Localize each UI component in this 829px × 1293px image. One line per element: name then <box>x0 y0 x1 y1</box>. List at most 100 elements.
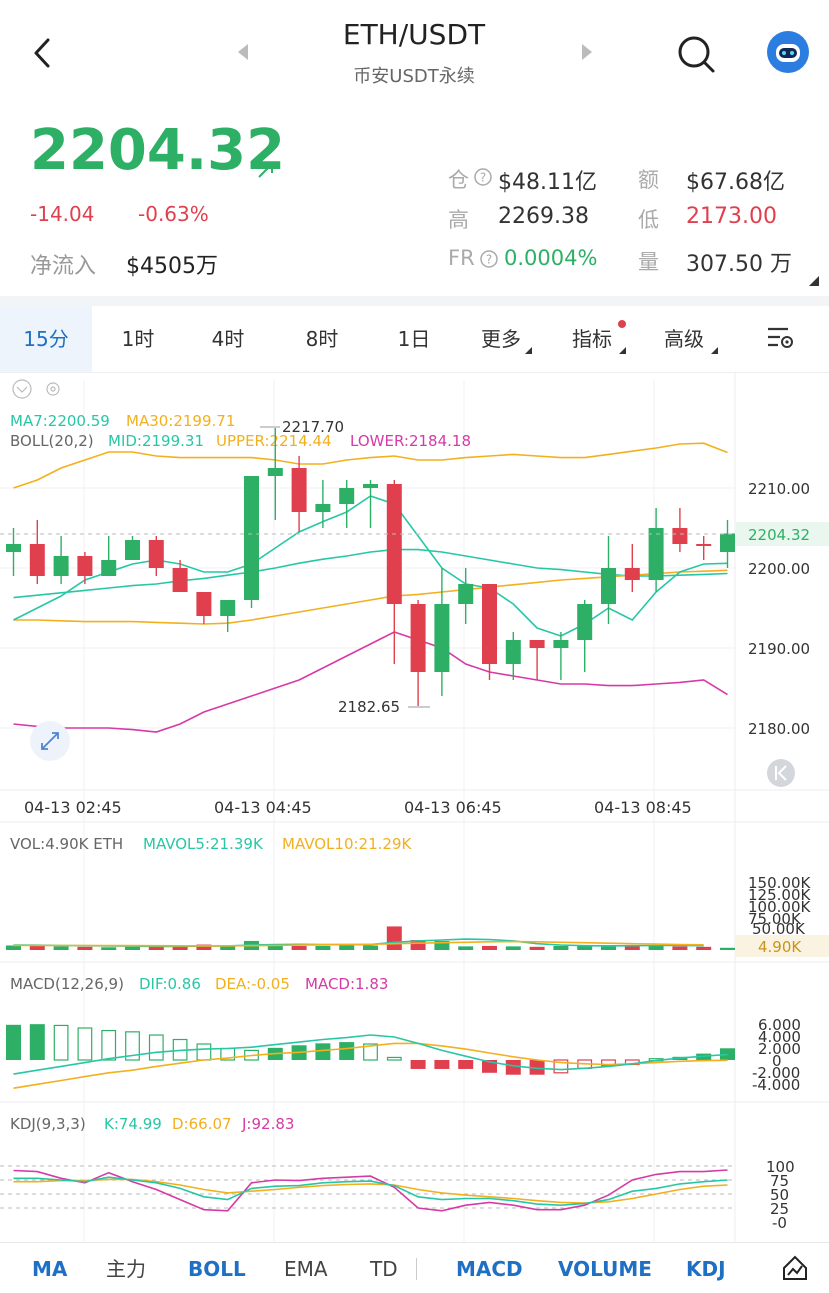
volume-bar <box>363 945 378 950</box>
fullscreen-button[interactable] <box>30 721 70 761</box>
y-tick: 2200.00 <box>748 560 810 578</box>
kdj-k-line <box>13 1176 728 1207</box>
candle-body <box>291 468 307 512</box>
kline-chart[interactable]: MA7:2200.59 MA30:2199.71 BOLL(20,2) MID:… <box>0 372 829 1242</box>
volume-bar <box>696 946 712 950</box>
x-tick: 04-13 02:45 <box>24 798 122 817</box>
indicator-kdj[interactable]: KDJ <box>686 1255 726 1283</box>
volume-bar <box>29 945 45 950</box>
chevron-left-icon <box>34 38 50 68</box>
robot-avatar-icon <box>767 31 809 73</box>
oi-label: 仓 <box>448 168 469 192</box>
vol-label: 量 <box>638 250 659 274</box>
indicator-macd[interactable]: MACD <box>456 1255 523 1283</box>
scroll-latest-button[interactable] <box>767 759 795 787</box>
kdj-d-line <box>13 1178 728 1204</box>
candle-body <box>244 476 259 600</box>
candle-body <box>172 568 188 592</box>
indicator-td[interactable]: TD <box>370 1255 398 1283</box>
price-change-pct: -0.63% <box>138 202 209 226</box>
macd-histogram <box>6 1024 735 1089</box>
candle-body <box>363 484 378 488</box>
volume-bar <box>386 926 402 950</box>
candle-body <box>53 556 69 576</box>
volume-bar <box>482 945 497 950</box>
fr-info-icon[interactable]: ? <box>480 250 498 272</box>
candle-body <box>434 604 450 672</box>
y-tick: 2190.00 <box>748 640 810 658</box>
candle-body <box>6 544 21 552</box>
candle-body <box>696 544 712 546</box>
kdj-lines <box>0 1165 735 1212</box>
boll-mid-label: MID:2199.31 <box>108 432 204 450</box>
dea-label: DEA:-0.05 <box>215 975 290 993</box>
amount-label: 额 <box>638 168 659 192</box>
volume-bar <box>291 945 307 950</box>
expand-stats-icon[interactable] <box>808 272 820 291</box>
caret-icon <box>524 340 533 359</box>
indicator-main-force[interactable]: 主力 <box>106 1255 146 1283</box>
indicator-dot-icon <box>618 320 626 328</box>
macd-bar <box>29 1024 45 1060</box>
pair-title[interactable]: ETH/USDT <box>300 18 528 51</box>
indicator-boll[interactable]: BOLL <box>188 1255 246 1283</box>
oi-value: $48.11亿 <box>498 170 597 195</box>
volume-bar <box>672 946 688 950</box>
boll-lower-line <box>13 631 728 733</box>
macd-bar <box>196 1043 212 1061</box>
svg-text:?: ? <box>486 253 492 267</box>
high-label: 高 <box>448 208 469 232</box>
robot-avatar[interactable] <box>766 30 810 78</box>
volume-bar <box>339 945 355 950</box>
chart-settings-button[interactable] <box>766 324 796 356</box>
ma7-label: MA7:2200.59 <box>10 412 110 430</box>
back-button[interactable] <box>28 34 58 72</box>
net-inflow-value: $4505万 <box>126 254 218 279</box>
candle-body <box>648 528 664 580</box>
macd-bar <box>434 1060 450 1069</box>
oi-info-icon[interactable]: ? <box>474 168 492 190</box>
tab-15m[interactable]: 15分 <box>0 306 92 372</box>
search-button[interactable] <box>676 34 716 78</box>
kdj-j-label: J:92.83 <box>241 1115 294 1133</box>
chart-toggle-icons[interactable] <box>12 379 60 399</box>
min-price-label: 2182.65 <box>338 698 400 716</box>
section-divider <box>0 296 829 306</box>
mavol5-label: MAVOL5:21.39K <box>143 835 264 853</box>
candle-body <box>196 592 212 616</box>
volume-bar <box>77 946 93 950</box>
tab-indicators[interactable]: 指标 <box>560 306 624 372</box>
bottom-divider <box>0 1242 829 1243</box>
tab-advanced[interactable]: 高级 <box>652 306 716 372</box>
candle-body <box>101 560 117 576</box>
tab-1h[interactable]: 1时 <box>100 306 176 372</box>
kdj-k-label: K:74.99 <box>104 1115 162 1133</box>
indicator-volume[interactable]: VOLUME <box>558 1255 652 1283</box>
tab-4h[interactable]: 4时 <box>190 306 266 372</box>
indicator-ma[interactable]: MA <box>32 1255 67 1283</box>
next-pair-arrow[interactable] <box>580 42 594 66</box>
candle-body <box>458 584 474 604</box>
tab-8h[interactable]: 8时 <box>284 306 360 372</box>
low-value: 2173.00 <box>686 204 777 229</box>
candle-body <box>410 604 426 672</box>
tab-1d[interactable]: 1日 <box>376 306 452 372</box>
x-tick: 04-13 06:45 <box>404 798 502 817</box>
macd-y-tick: -4.000 <box>752 1076 800 1094</box>
volume-bars <box>6 926 735 950</box>
indicator-ema[interactable]: EMA <box>284 1255 328 1283</box>
indicator-edit-button[interactable] <box>782 1254 808 1286</box>
indicator-separator <box>416 1258 417 1280</box>
macd-bar <box>315 1043 331 1060</box>
prev-pair-arrow[interactable] <box>236 42 250 66</box>
net-inflow-label: 净流入 <box>30 254 97 279</box>
boll-label: BOLL(20,2) <box>10 432 94 450</box>
amount-value: $67.68亿 <box>686 170 785 195</box>
mavol10-label: MAVOL10:21.29K <box>282 835 412 853</box>
candle-body <box>148 540 164 568</box>
price-change: -14.04 <box>30 202 95 226</box>
kdj-d-label: D:66.07 <box>172 1115 232 1133</box>
tab-more[interactable]: 更多 <box>466 306 536 372</box>
candle-body <box>29 544 45 576</box>
vol-value: 307.50 万 <box>686 252 792 277</box>
